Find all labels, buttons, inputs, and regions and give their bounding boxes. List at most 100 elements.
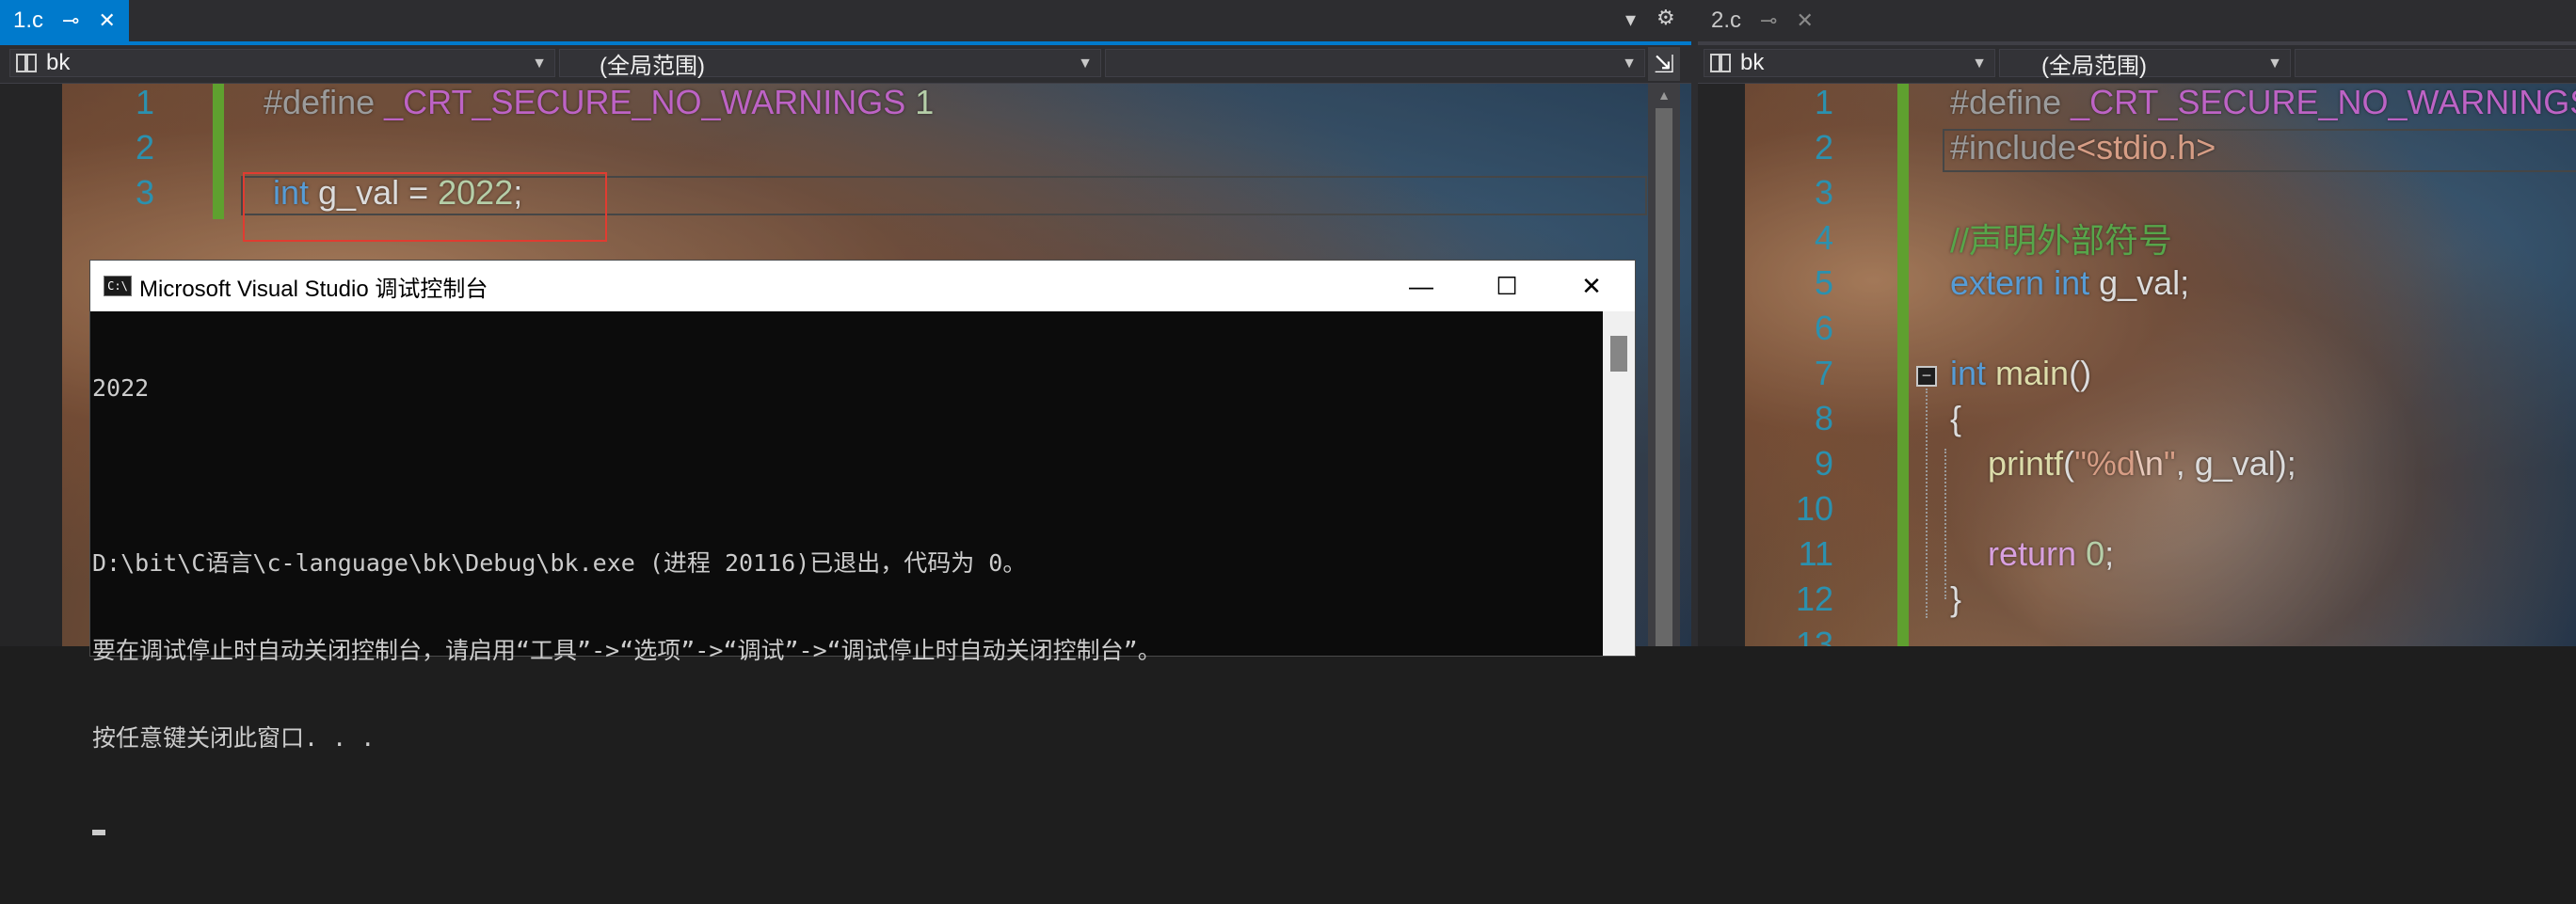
- code-line[interactable]: #include <stdio.h>: [1950, 125, 2216, 170]
- code-token: <stdio.h>: [2076, 128, 2216, 167]
- tab-1c[interactable]: 1.c ⊸ ✕: [0, 0, 129, 41]
- chevron-down-icon: ▼: [1972, 56, 1987, 71]
- code-line[interactable]: printf("%d \n ", g_val);: [1950, 441, 2296, 486]
- line-number: 5: [1814, 263, 1833, 302]
- highlight-box: [243, 172, 607, 242]
- code-token: main: [1995, 354, 2070, 392]
- code-token: #define: [1950, 84, 2072, 121]
- navigation-bar: bk ▼ (全局范围) ▼: [1698, 45, 2576, 84]
- scope-dropdown[interactable]: (全局范围) ▼: [559, 49, 1101, 79]
- text-cursor: [92, 830, 105, 835]
- minimize-button[interactable]: —: [1379, 261, 1464, 311]
- collapse-toggle-icon[interactable]: −: [1916, 366, 1937, 387]
- tab-list-dropdown-icon[interactable]: ▾: [1625, 8, 1636, 32]
- project-icon: [16, 54, 37, 72]
- code-token: ;: [2104, 534, 2115, 573]
- code-token: //声明外部符号: [1950, 221, 2173, 260]
- code-editor[interactable]: − 1#define _CRT_SECURE_NO_WARNINGS 12#in…: [1698, 84, 2576, 646]
- member-dropdown[interactable]: ▼: [1105, 49, 1645, 77]
- chevron-down-icon: ▼: [1078, 56, 1093, 71]
- line-number: 13: [1795, 625, 1833, 646]
- code-token: 1: [905, 84, 935, 121]
- code-line[interactable]: //声明外部符号: [1950, 215, 2172, 261]
- project-dropdown[interactable]: bk ▼: [1704, 49, 1995, 77]
- code-token: int: [2054, 263, 2090, 302]
- right-editor-pane: 2.c ⊸ ✕ bk ▼ (全局范围) ▼ − 1 #define _CRT_SE…: [1698, 0, 2576, 646]
- console-scrollbar[interactable]: [1603, 311, 1635, 656]
- debug-console-window[interactable]: C:\ Microsoft Visual Studio 调试控制台 — ☐ ✕ …: [89, 260, 1636, 835]
- member-dropdown[interactable]: [2295, 49, 2576, 77]
- scrollbar-thumb[interactable]: [1656, 108, 1672, 646]
- code-token: return: [1988, 534, 2077, 573]
- line-number: 3: [135, 173, 154, 212]
- code-line[interactable]: #define _CRT_SECURE_NO_WARNINGS 1: [1950, 84, 2576, 125]
- code-token: extern: [1950, 263, 2045, 302]
- project-icon: [1710, 54, 1731, 72]
- code-token: {: [1950, 399, 1962, 437]
- split-editor-icon[interactable]: ⇲: [1648, 47, 1680, 81]
- indent-guide: [1944, 449, 1946, 599]
- code-token: #include: [1950, 128, 2077, 167]
- code-line[interactable]: extern int g_val;: [1950, 261, 2189, 306]
- line-number: 11: [1798, 534, 1833, 573]
- chevron-down-icon: ▼: [2267, 56, 2282, 71]
- line-number: 6: [1814, 309, 1833, 347]
- project-dropdown[interactable]: bk ▼: [9, 49, 555, 77]
- navigation-bar: bk ▼ (全局范围) ▼ ▼: [0, 45, 1691, 84]
- pin-icon[interactable]: ⊸: [62, 8, 79, 33]
- code-token: ": [2163, 444, 2176, 483]
- console-line: 按任意键关闭此窗口. . .: [92, 724, 376, 752]
- console-cursor-line: [92, 817, 1601, 846]
- code-token: "%d: [2074, 444, 2136, 483]
- change-tracking-bar: [213, 84, 224, 219]
- code-line[interactable]: {: [1950, 396, 1961, 441]
- vertical-scrollbar[interactable]: ▲: [1648, 84, 1680, 646]
- line-number: 3: [1814, 173, 1833, 212]
- console-line: 要在调试停止时自动关闭控制台，请启用“工具”->“选项”->“调试”->“调试停…: [92, 637, 1161, 664]
- code-line[interactable]: #define _CRT_SECURE_NO_WARNINGS 1: [264, 84, 934, 125]
- code-token: }: [1950, 579, 1962, 618]
- code-token: (): [2069, 354, 2092, 392]
- scope-dropdown[interactable]: (全局范围) ▼: [1999, 49, 2291, 79]
- chevron-down-icon: ▼: [1622, 56, 1637, 71]
- chevron-down-icon: ▼: [532, 56, 547, 71]
- gear-icon[interactable]: ⚙: [1656, 6, 1675, 30]
- change-tracking-bar: [1897, 84, 1909, 646]
- line-number: 2: [135, 128, 154, 167]
- console-title-bar[interactable]: C:\ Microsoft Visual Studio 调试控制台 — ☐ ✕: [90, 261, 1635, 311]
- line-number: 8: [1814, 399, 1833, 437]
- code-token: _CRT_SECURE_NO_WARNINGS: [384, 84, 906, 121]
- code-line[interactable]: int main(): [1950, 351, 2091, 396]
- line-number: 9: [1814, 444, 1833, 483]
- code-token: (: [2063, 444, 2075, 483]
- line-number: 1: [1814, 84, 1833, 121]
- code-line[interactable]: return 0;: [1950, 531, 2114, 577]
- pane-divider[interactable]: [1691, 0, 1698, 646]
- maximize-button[interactable]: ☐: [1464, 261, 1549, 311]
- tab-label: 1.c: [13, 8, 44, 33]
- console-line: ​: [92, 461, 1601, 490]
- close-tab-icon[interactable]: ✕: [98, 8, 115, 33]
- code-token: _CRT_SECURE_NO_WARNINGS: [2071, 84, 2576, 121]
- close-tab-icon[interactable]: ✕: [1796, 8, 1813, 33]
- line-number: 4: [1814, 218, 1833, 257]
- console-output[interactable]: 2022 ​ D:\bit\C语言\c-language\bk\Debug\bk…: [92, 315, 1601, 835]
- close-button[interactable]: ✕: [1549, 261, 1634, 311]
- console-app-icon: C:\: [104, 276, 132, 296]
- console-title: Microsoft Visual Studio 调试控制台: [139, 276, 488, 302]
- line-number: 10: [1795, 489, 1833, 528]
- scrollbar-thumb[interactable]: [1610, 336, 1627, 372]
- line-number: 7: [1814, 354, 1833, 392]
- scroll-up-icon[interactable]: ▲: [1648, 87, 1680, 103]
- code-token: \n: [2135, 444, 2164, 483]
- right-tab-strip: 2.c ⊸ ✕: [1698, 0, 2576, 45]
- tab-label: 2.c: [1711, 8, 1742, 33]
- code-token: g_val;: [2089, 263, 2190, 302]
- code-token: #define: [264, 84, 385, 121]
- code-line[interactable]: }: [1950, 577, 1961, 622]
- pin-icon[interactable]: ⊸: [1760, 8, 1777, 33]
- tab-2c[interactable]: 2.c ⊸ ✕: [1698, 0, 1827, 41]
